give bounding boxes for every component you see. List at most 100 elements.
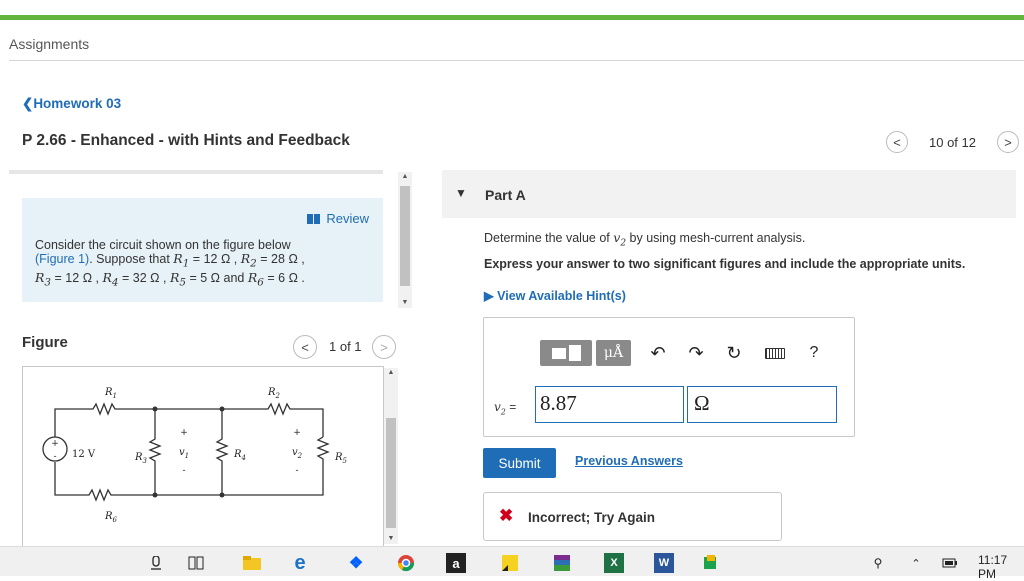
scroll-up-icon[interactable]: ▲ bbox=[384, 368, 398, 378]
v2-label: v2 bbox=[292, 447, 303, 460]
figure-counter: 1 of 1 bbox=[329, 339, 362, 354]
excel-icon[interactable]: X bbox=[604, 553, 624, 573]
previous-problem-button[interactable]: < bbox=[886, 131, 908, 153]
left-panel-top-border bbox=[9, 170, 383, 174]
answer-unit-input[interactable]: Ω bbox=[687, 386, 837, 423]
ohm-unit: Ω bbox=[150, 270, 160, 285]
redo-icon[interactable]: ↷ bbox=[684, 340, 708, 366]
help-icon[interactable]: ? bbox=[802, 340, 826, 366]
r2-subscript: 2 bbox=[250, 257, 257, 270]
next-figure-button[interactable]: > bbox=[372, 335, 396, 359]
r2-symbol: R bbox=[240, 251, 251, 266]
taskbar-clock[interactable]: 11:17 PM bbox=[978, 553, 1024, 581]
templates-button[interactable] bbox=[540, 340, 592, 366]
word-icon[interactable]: W bbox=[654, 553, 674, 573]
battery-icon[interactable] bbox=[940, 553, 960, 573]
intro-scrollbar[interactable]: ▲ ▼ bbox=[398, 172, 412, 308]
r6-label: R6 bbox=[104, 511, 118, 524]
r5-value: 5 bbox=[200, 270, 208, 285]
next-problem-button[interactable]: > bbox=[997, 131, 1019, 153]
file-explorer-icon[interactable] bbox=[242, 553, 262, 573]
hint-label: View Available Hint(s) bbox=[497, 289, 626, 303]
answer-value-input[interactable]: 8.87 bbox=[535, 386, 684, 423]
r4-value: 32 bbox=[132, 270, 147, 285]
intro-suppose: . Suppose that bbox=[89, 252, 174, 266]
keyboard-icon[interactable] bbox=[765, 348, 785, 359]
templates-icon bbox=[551, 347, 566, 359]
r2-value: 28 bbox=[271, 252, 285, 266]
circuit-figure: + - 12 V R1 R2 R3 R4 R5 R6 + v1 - + v2 - bbox=[22, 366, 384, 548]
r3-value: 12 bbox=[65, 270, 80, 285]
task-view-icon[interactable] bbox=[186, 553, 206, 573]
chrome-icon[interactable] bbox=[396, 553, 416, 573]
figure-scrollbar[interactable]: ▲ ▼ bbox=[384, 368, 398, 544]
chevron-up-icon[interactable]: ⌃ bbox=[906, 553, 926, 573]
people-icon[interactable]: ⚲ bbox=[868, 553, 888, 573]
breadcrumb-divider bbox=[9, 60, 1024, 61]
reset-icon[interactable]: ↻ bbox=[722, 340, 746, 366]
scroll-down-icon[interactable]: ▼ bbox=[398, 298, 412, 308]
figure-scroll-thumb[interactable] bbox=[386, 418, 396, 528]
breadcrumb[interactable]: Assignments bbox=[9, 36, 89, 52]
r3-subscript: 3 bbox=[44, 276, 52, 288]
question-prefix: Determine the value of bbox=[484, 231, 614, 245]
previous-answers-link[interactable]: Previous Answers bbox=[575, 454, 683, 468]
page-title: P 2.66 - Enhanced - with Hints and Feedb… bbox=[22, 132, 350, 149]
feedback-text: Incorrect; Try Again bbox=[528, 510, 656, 525]
intro-scroll-thumb[interactable] bbox=[400, 186, 410, 286]
collapse-caret-icon[interactable]: ▼ bbox=[455, 186, 467, 200]
ohm-unit: Ω bbox=[288, 270, 298, 285]
windows-taskbar: e ❖ a X W ⚲ ⌃ 11:17 PM bbox=[0, 546, 1024, 581]
dropbox-icon[interactable]: ❖ bbox=[346, 553, 366, 573]
feedback-box: ✖ Incorrect; Try Again bbox=[483, 492, 782, 541]
scroll-down-icon[interactable]: ▼ bbox=[384, 534, 398, 544]
ohm-unit: Ω bbox=[210, 270, 221, 285]
undo-icon[interactable]: ↶ bbox=[646, 340, 670, 366]
source-minus: - bbox=[53, 452, 56, 462]
ohm-unit: Ω bbox=[288, 252, 298, 266]
view-hints-link[interactable]: ▶ View Available Hint(s) bbox=[484, 288, 626, 303]
v2-minus: - bbox=[295, 466, 298, 476]
answer-variable-label: v2 = bbox=[494, 400, 516, 416]
ohm-unit: Ω bbox=[220, 252, 231, 266]
v1-plus: + bbox=[180, 428, 188, 438]
r4-subscript: 4 bbox=[111, 276, 119, 288]
scroll-up-icon[interactable]: ▲ bbox=[398, 172, 412, 182]
review-button[interactable]: Review bbox=[307, 211, 369, 226]
figure-heading: Figure bbox=[22, 334, 68, 351]
part-a-label: Part A bbox=[485, 187, 526, 203]
figure-link[interactable]: (Figure 1) bbox=[35, 252, 89, 266]
part-a-header[interactable] bbox=[442, 170, 1016, 218]
sticky-notes-icon[interactable] bbox=[500, 553, 520, 573]
r3-symbol: R bbox=[35, 269, 45, 285]
back-to-homework-link[interactable]: ❮Homework 03 bbox=[22, 96, 121, 112]
answer-box: μÅ ↶ ↷ ↻ ? v2 = 8.87 Ω bbox=[483, 317, 855, 437]
r1-value: 12 bbox=[203, 252, 218, 266]
caret-right-icon: ▶ bbox=[484, 289, 494, 303]
winrar-icon[interactable] bbox=[552, 553, 572, 573]
microphone-icon[interactable] bbox=[146, 553, 166, 573]
book-icon bbox=[307, 213, 321, 224]
pinned-app-icon[interactable] bbox=[700, 553, 720, 573]
units-button[interactable]: μÅ bbox=[596, 340, 631, 366]
v1-minus: - bbox=[182, 466, 185, 476]
ohm-unit: Ω bbox=[82, 270, 93, 285]
question-suffix: by using mesh-current analysis. bbox=[626, 231, 806, 245]
r6-subscript: 6 bbox=[257, 276, 264, 288]
amazon-icon[interactable]: a bbox=[446, 553, 466, 573]
v1-label: v1 bbox=[179, 447, 189, 460]
chevron-left-icon: ❮ bbox=[22, 96, 34, 111]
r5-subscript: 5 bbox=[179, 276, 186, 288]
r6-value: 6 bbox=[278, 270, 286, 285]
r6-symbol: R bbox=[247, 269, 258, 285]
templates-icon-part bbox=[568, 345, 581, 361]
incorrect-x-icon: ✖ bbox=[499, 506, 514, 525]
r3-label: R3 bbox=[134, 452, 148, 465]
top-accent-bar bbox=[0, 15, 1024, 20]
source-plus: + bbox=[51, 439, 59, 449]
edge-browser-icon[interactable]: e bbox=[290, 552, 310, 574]
submit-button[interactable]: Submit bbox=[483, 448, 556, 478]
source-voltage-label: 12 V bbox=[72, 449, 96, 460]
previous-figure-button[interactable]: < bbox=[293, 335, 317, 359]
answer-instruction: Express your answer to two significant f… bbox=[484, 257, 966, 271]
